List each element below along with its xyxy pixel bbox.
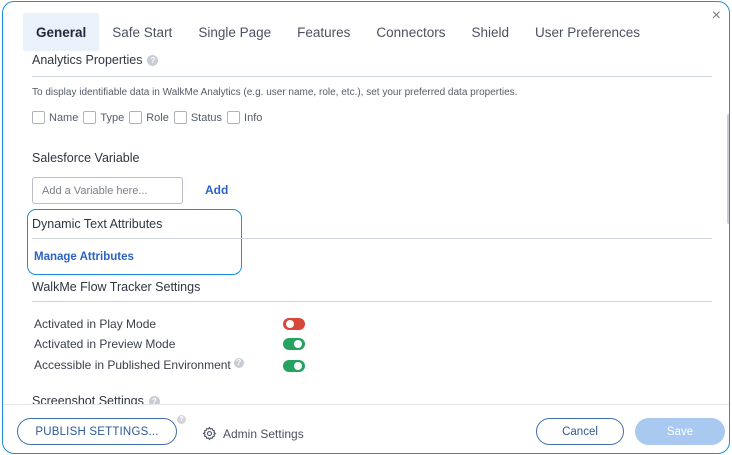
save-button[interactable]: Save bbox=[635, 418, 725, 445]
settings-content[interactable]: Analytics Properties? To display identif… bbox=[3, 54, 713, 404]
footer-divider bbox=[3, 404, 729, 405]
settings-dialog: × General Safe Start Single Page Feature… bbox=[2, 1, 730, 454]
scrollbar-thumb[interactable] bbox=[727, 114, 729, 224]
tab-user-preferences[interactable]: User Preferences bbox=[522, 13, 653, 51]
setting-label-preview-mode: Activated in Preview Mode bbox=[34, 337, 176, 351]
gear-icon bbox=[202, 426, 217, 441]
setting-label-play-mode: Activated in Play Mode bbox=[34, 317, 157, 331]
checkbox-label: Name bbox=[49, 111, 79, 124]
checkbox-role[interactable]: Role bbox=[129, 111, 169, 124]
tab-bar: General Safe Start Single Page Features … bbox=[23, 13, 653, 51]
checkbox-label: Role bbox=[146, 111, 169, 124]
toggle-published-env[interactable] bbox=[283, 360, 305, 372]
close-icon[interactable]: × bbox=[712, 8, 721, 24]
info-icon[interactable]: ? bbox=[233, 358, 244, 368]
setting-published-env: Accessible in Published Environment? bbox=[34, 358, 244, 372]
toggle-play-mode[interactable] bbox=[283, 318, 305, 330]
salesforce-heading: Salesforce Variable bbox=[32, 151, 140, 165]
checkbox-box[interactable] bbox=[83, 111, 97, 124]
manage-attributes-link[interactable]: Manage Attributes bbox=[34, 251, 134, 263]
tab-connectors[interactable]: Connectors bbox=[363, 13, 458, 51]
section-divider bbox=[32, 76, 712, 77]
screenshot-heading-text: Screenshot Settings bbox=[32, 394, 144, 404]
admin-settings-link[interactable]: Admin Settings bbox=[202, 426, 304, 441]
tab-safe-start[interactable]: Safe Start bbox=[99, 13, 185, 51]
dynamic-text-heading: Dynamic Text Attributes bbox=[32, 217, 163, 231]
tab-general[interactable]: General bbox=[23, 13, 100, 51]
cancel-button[interactable]: Cancel bbox=[536, 418, 624, 445]
section-divider bbox=[32, 301, 712, 302]
checkbox-type[interactable]: Type bbox=[83, 111, 124, 124]
analytics-options: Name Type Role Status Info bbox=[32, 111, 267, 124]
publish-settings-button[interactable]: PUBLISH SETTINGS... bbox=[17, 418, 177, 445]
salesforce-variable-input[interactable] bbox=[32, 177, 183, 204]
checkbox-label: Type bbox=[100, 111, 125, 124]
checkbox-box[interactable] bbox=[227, 111, 241, 124]
flow-tracker-heading: WalkMe Flow Tracker Settings bbox=[32, 280, 201, 294]
checkbox-box[interactable] bbox=[129, 111, 143, 124]
add-variable-link[interactable]: Add bbox=[205, 183, 228, 197]
info-icon[interactable]: ? bbox=[147, 55, 159, 67]
section-divider bbox=[32, 238, 712, 239]
tab-features[interactable]: Features bbox=[284, 13, 363, 51]
toggle-knob bbox=[294, 340, 302, 348]
checkbox-box[interactable] bbox=[173, 111, 187, 124]
analytics-heading-text: Analytics Properties bbox=[32, 54, 143, 67]
checkbox-box[interactable] bbox=[32, 111, 45, 124]
checkbox-label: Info bbox=[244, 111, 263, 124]
checkbox-name[interactable]: Name bbox=[32, 111, 78, 124]
setting-label-published-env: Accessible in Published Environment bbox=[34, 358, 231, 372]
analytics-description: To display identifiable data in WalkMe A… bbox=[32, 87, 518, 98]
toggle-knob bbox=[294, 362, 302, 370]
toggle-knob bbox=[286, 320, 294, 328]
admin-settings-label: Admin Settings bbox=[223, 426, 304, 441]
tab-shield[interactable]: Shield bbox=[458, 13, 522, 51]
checkbox-label: Status bbox=[190, 111, 223, 124]
analytics-heading: Analytics Properties? bbox=[32, 54, 159, 67]
checkbox-status[interactable]: Status bbox=[173, 111, 223, 124]
info-icon[interactable]: ? bbox=[177, 415, 186, 424]
scrollbar-track[interactable] bbox=[727, 54, 729, 404]
info-icon[interactable]: ? bbox=[148, 396, 160, 404]
toggle-preview-mode[interactable] bbox=[283, 338, 305, 350]
tab-single-page[interactable]: Single Page bbox=[185, 13, 284, 51]
screenshot-heading: Screenshot Settings? bbox=[32, 394, 160, 404]
checkbox-info[interactable]: Info bbox=[227, 111, 262, 124]
